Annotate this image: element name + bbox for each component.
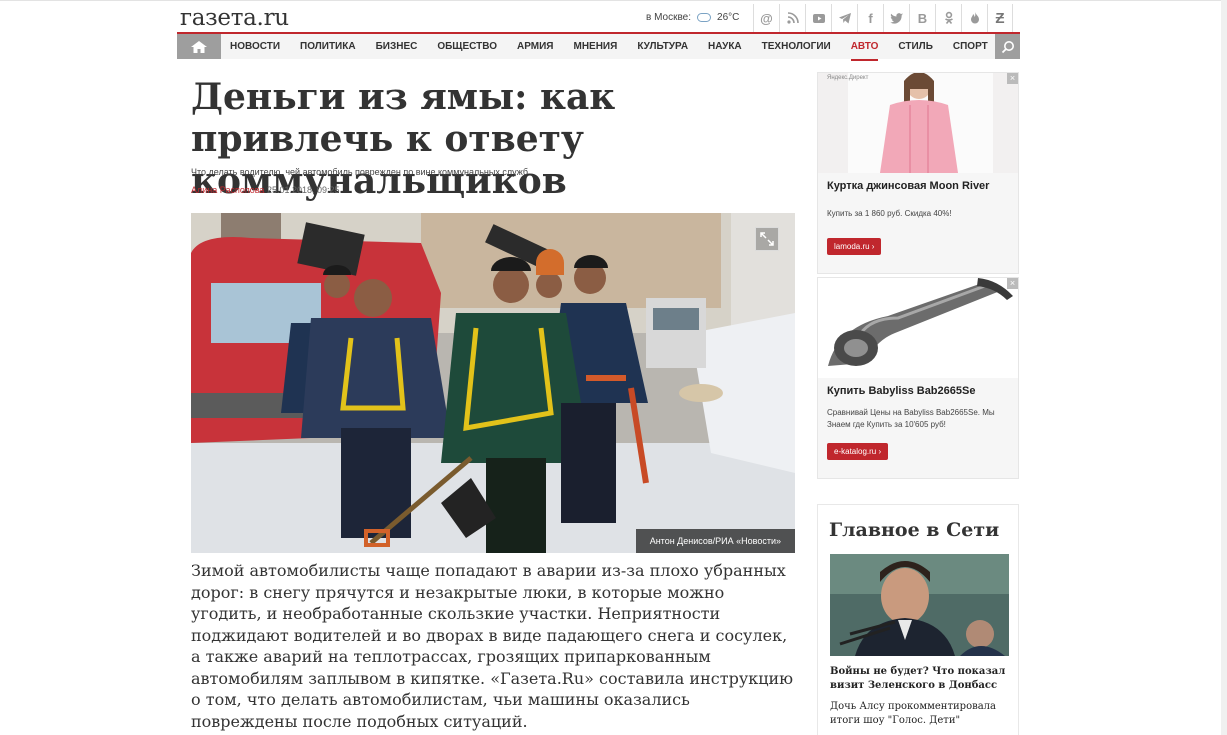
fire-icon[interactable] [961,4,987,32]
nav-item-nauka[interactable]: НАУКА [708,34,742,59]
main-navigation: НОВОСТИ ПОЛИТИКА БИЗНЕС ОБЩЕСТВО АРМИЯ М… [177,32,1020,61]
site-logo[interactable]: газета.ru [180,5,289,31]
ad-photo-jacket [818,73,1018,173]
nav-item-sport[interactable]: СПОРТ [953,34,988,59]
masthead: газета.ru в Москве: 26°C @ f B Ƶ [177,4,1020,32]
article-byline: Алина Распопова 25.01.2018, 09:25 [191,185,340,195]
weather-label: в Москве: [646,12,692,23]
vk-icon[interactable]: B [909,4,935,32]
article-author[interactable]: Алина Распопова [191,185,264,195]
article-photo[interactable]: Антон Денисов/РИА «Новости» [191,213,795,553]
youtube-icon[interactable] [805,4,831,32]
twitter-icon[interactable] [883,4,909,32]
article-date: 25.01.2018, 09:25 [266,185,340,195]
facebook-icon[interactable]: f [857,4,883,32]
weather-temp: 26°C [717,12,740,23]
telegram-icon[interactable] [831,4,857,32]
weather-widget: в Москве: 26°C [646,12,739,23]
ad-label-1: Яндекс.Директ [827,75,869,81]
cloud-icon [697,13,712,22]
nav-item-avto[interactable]: АВТО [850,34,879,61]
search-button[interactable] [995,34,1020,59]
search-icon [1001,40,1014,53]
nav-item-obshchestvo[interactable]: ОБЩЕСТВО [437,34,497,59]
main-widget-title: Главное в Сети [829,519,1000,541]
nav-item-politika[interactable]: ПОЛИТИКА [300,34,356,59]
main-news-headline-1[interactable]: Войны не будет? Что показал визит Зеленс… [830,665,1015,693]
ad-close-button-1[interactable]: × [1007,73,1018,84]
nav-item-stil[interactable]: СТИЛЬ [898,34,932,59]
home-button[interactable] [177,34,221,59]
nav-item-tekhnologii[interactable]: ТЕХНОЛОГИИ [762,34,831,59]
ad-button-2[interactable]: e-katalog.ru › [827,443,889,460]
article-subtitle: Что делать водителю, чей автомобиль повр… [191,167,528,177]
nav-item-kultura[interactable]: КУЛЬТУРА [637,34,688,59]
expand-photo-button[interactable] [755,227,779,251]
ad-title-2[interactable]: Купить Babyliss Bab2665Se [818,378,1018,397]
expand-icon [760,232,774,246]
article-headline: Деньги из ямы: как привлечь к ответу ком… [191,76,616,202]
nav-item-armiya[interactable]: АРМИЯ [517,34,553,59]
scrollbar-track[interactable] [1221,0,1227,735]
nav-item-mneniya[interactable]: МНЕНИЯ [573,34,617,59]
nav-item-biznes[interactable]: БИЗНЕС [376,34,418,59]
ad-button-1[interactable]: lamoda.ru › [827,238,882,255]
main-news-headline-2[interactable]: Дочь Алсу прокомментировала итоги шоу "Г… [830,700,1015,728]
article-body: Зимой автомобилисты чаще попадают в авар… [191,561,794,731]
ad-title-1[interactable]: Куртка джинсовая Moon River [818,173,1018,192]
photo-credit: Антон Денисов/РИА «Новости» [635,529,795,553]
ad-image-1[interactable]: Яндекс.Директ × [818,73,1018,173]
main-news-image[interactable] [830,554,1009,656]
rss-icon[interactable] [779,4,805,32]
social-links: @ f B Ƶ [753,4,1013,32]
ad-desc-2: Сравнивай Цены на Babyliss Bab2665Se. Мы… [827,408,995,429]
zen-icon[interactable]: Ƶ [987,4,1013,32]
nav-item-novosti[interactable]: НОВОСТИ [230,34,280,59]
ad-block-1[interactable]: Яндекс.Директ × Куртка джинсовая Moon Ri… [817,72,1019,274]
main-in-network-widget: Главное в Сети Войны не будет? Что показ… [817,504,1019,735]
ad-desc-1: Купить за 1 860 руб. Скидка 40%! [827,209,952,218]
ad-photo-curler [818,278,1018,378]
at-icon[interactable]: @ [753,4,779,32]
home-icon [191,40,207,53]
photo-illustration [191,213,795,553]
ad-block-2[interactable]: × Купить Babyliss Bab2665Se Сравнивай Це… [817,277,1019,479]
news-photo-speaker [830,554,1009,656]
ad-image-2[interactable]: × [818,278,1018,378]
nav-menu: НОВОСТИ ПОЛИТИКА БИЗНЕС ОБЩЕСТВО АРМИЯ М… [230,34,1008,61]
odnoklassniki-icon[interactable] [935,4,961,32]
ad-close-button-2[interactable]: × [1007,278,1018,289]
